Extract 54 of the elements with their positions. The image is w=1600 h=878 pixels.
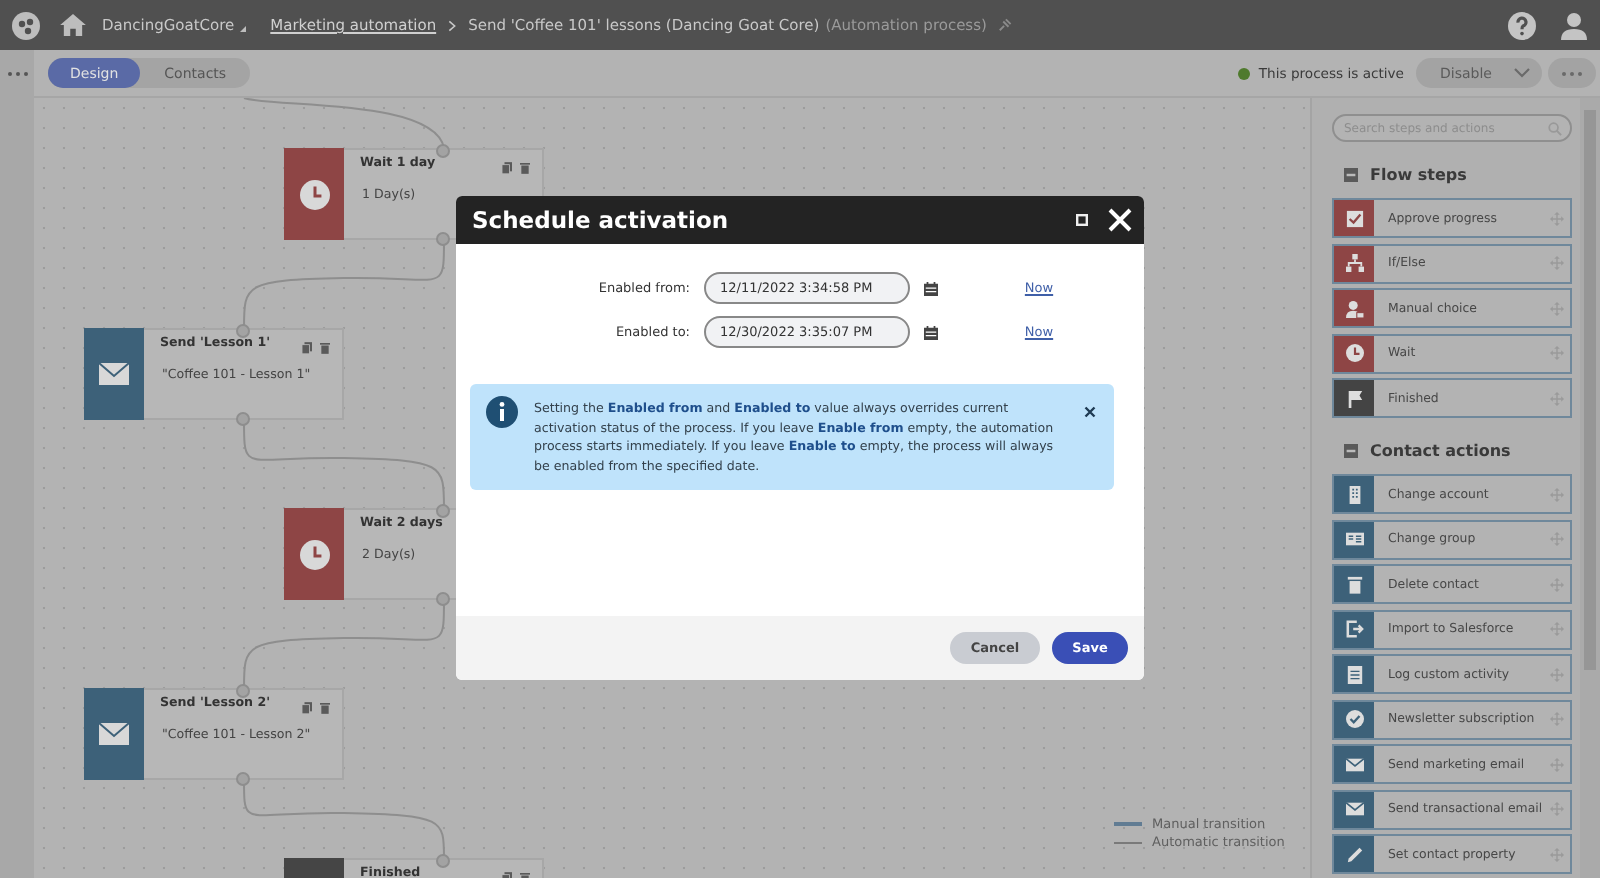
maximize-icon[interactable]	[1076, 214, 1088, 226]
trash-icon[interactable]	[320, 702, 330, 714]
envelope-icon	[84, 328, 144, 420]
section-title: Flow steps	[1370, 166, 1467, 184]
envelope-icon	[84, 688, 144, 780]
connection-dot[interactable]	[436, 143, 450, 157]
home-icon[interactable]	[60, 14, 86, 36]
connection-dot[interactable]	[436, 231, 450, 245]
chevron-icon	[448, 19, 457, 31]
connection-dot[interactable]	[436, 853, 450, 867]
pin-icon[interactable]	[998, 18, 1013, 32]
clock-icon	[284, 148, 344, 240]
drag-handle-icon[interactable]	[1550, 712, 1564, 726]
connection-dot[interactable]	[436, 503, 450, 517]
drag-handle-icon[interactable]	[1550, 757, 1564, 771]
automatic-line	[1114, 841, 1142, 843]
user-icon[interactable]	[1560, 11, 1588, 39]
collapse-icon[interactable]	[1344, 444, 1358, 458]
logo-icon[interactable]	[12, 11, 40, 39]
info-icon	[486, 396, 518, 428]
drag-handle-icon[interactable]	[1550, 346, 1564, 360]
drag-handle-icon[interactable]	[1550, 667, 1564, 681]
help-icon[interactable]	[1508, 11, 1536, 39]
connection-dot[interactable]	[236, 771, 250, 785]
drag-handle-icon[interactable]	[1550, 256, 1564, 270]
search-icon	[1548, 121, 1562, 135]
drag-handle-icon[interactable]	[1550, 487, 1564, 501]
drag-handle-icon[interactable]	[1550, 802, 1564, 816]
drag-handle-icon[interactable]	[1550, 301, 1564, 315]
more-button[interactable]	[1548, 58, 1596, 88]
clock-icon	[284, 508, 344, 600]
calendar-icon[interactable]	[924, 281, 938, 295]
copy-icon[interactable]	[502, 162, 512, 174]
trash-icon[interactable]	[320, 342, 330, 354]
drag-handle-icon[interactable]	[1550, 847, 1564, 861]
section-title: Contact actions	[1370, 442, 1511, 460]
drag-handle-icon[interactable]	[1550, 211, 1564, 225]
calendar-icon[interactable]	[924, 325, 938, 339]
collapse-icon[interactable]	[1344, 168, 1358, 182]
connection-dot[interactable]	[236, 683, 250, 697]
connection-dot[interactable]	[236, 411, 250, 425]
drag-handle-icon[interactable]	[1550, 577, 1564, 591]
copy-icon[interactable]	[302, 342, 312, 354]
caret-icon[interactable]	[240, 26, 247, 32]
manual-line	[1114, 822, 1142, 826]
trash-icon[interactable]	[520, 162, 530, 174]
chevron-down-icon	[1514, 68, 1530, 78]
drag-handle-icon[interactable]	[1550, 622, 1564, 636]
connection-dot[interactable]	[236, 323, 250, 337]
drag-handle-icon[interactable]	[1550, 391, 1564, 405]
drag-handle-icon[interactable]	[1550, 532, 1564, 546]
copy-icon[interactable]	[302, 702, 312, 714]
connection-dot[interactable]	[436, 591, 450, 605]
close-icon[interactable]	[1084, 406, 1096, 418]
